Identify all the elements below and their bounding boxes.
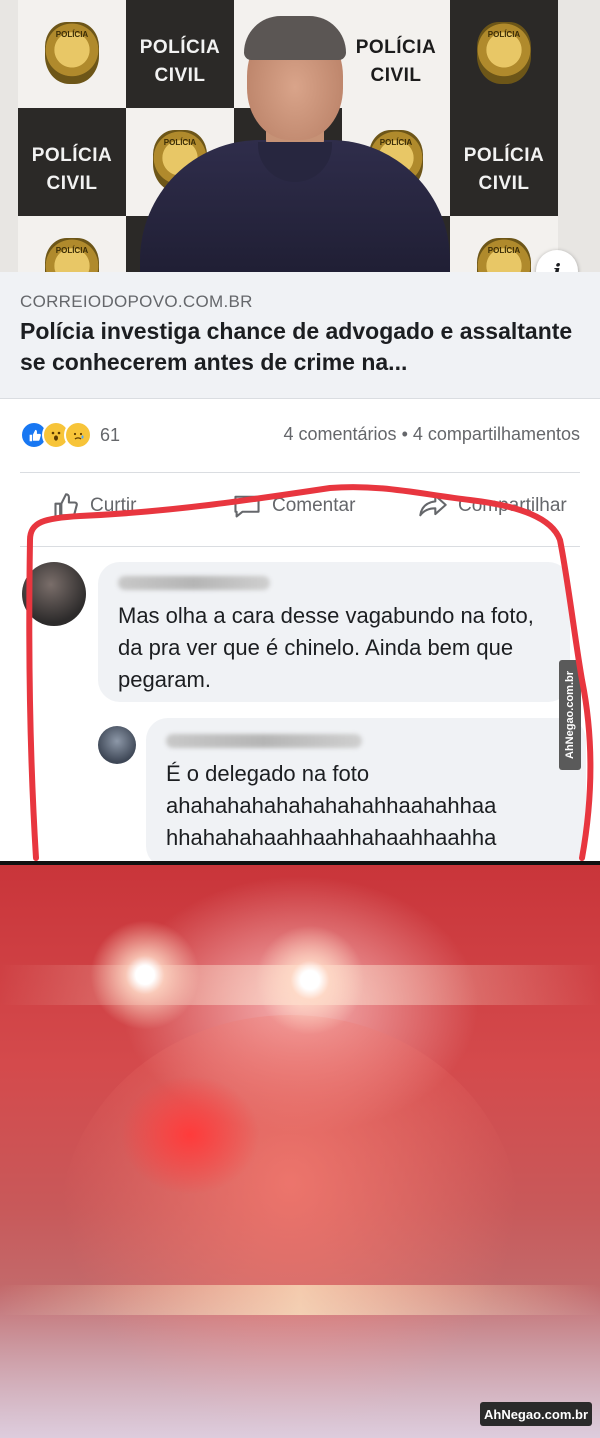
backdrop-tile: POLÍCIA <box>18 0 126 108</box>
reply-text: É o delegado na foto ahahahahahahahahahh… <box>166 761 497 862</box>
shares-count[interactable]: 4 compartilhamentos <box>413 424 580 444</box>
backdrop-text-line1: POLÍCIA <box>463 145 545 166</box>
link-domain: CORREIODOPOVO.COM.BR <box>20 292 253 311</box>
divider <box>20 472 580 473</box>
share-button[interactable]: Compartilhar <box>418 492 567 520</box>
backdrop-text: POLÍCIA CIVIL <box>18 142 126 198</box>
backdrop-text-line2: CIVIL <box>478 173 530 194</box>
watermark-bottom: AhNegao.com.br <box>480 1402 592 1426</box>
link-preview[interactable]: CORREIODOPOVO.COM.BR Polícia investiga c… <box>0 272 600 399</box>
person-hair <box>244 16 346 60</box>
comment-button[interactable]: Comentar <box>232 492 355 520</box>
link-title[interactable]: Polícia investiga chance de advogado e a… <box>20 316 580 378</box>
badge-label: POLÍCIA <box>487 246 521 255</box>
backdrop-tile: POLÍCIA CIVIL <box>450 108 558 216</box>
avatar[interactable] <box>98 726 136 764</box>
watermark-side: AhNegao.com.br <box>559 660 581 770</box>
reaction-count: 61 <box>100 424 121 445</box>
meme-nose <box>120 1075 260 1195</box>
badge-label: POLÍCIA <box>487 30 521 39</box>
police-badge-icon: POLÍCIA <box>45 238 99 272</box>
police-badge-icon: POLÍCIA <box>477 238 531 272</box>
comment-bubble: Mas olha a cara desse vagabundo na foto,… <box>98 562 570 702</box>
meme-image <box>0 865 600 1438</box>
backdrop-text-line2: CIVIL <box>46 173 98 194</box>
badge-label: POLÍCIA <box>55 246 89 255</box>
backdrop-text-line1: POLÍCIA <box>31 145 113 166</box>
police-badge-icon: POLÍCIA <box>45 22 99 84</box>
reactions-summary[interactable]: 61 <box>20 421 121 449</box>
share-icon <box>419 494 447 517</box>
blurred-author-name <box>118 576 270 590</box>
comments-count[interactable]: 4 comentários <box>284 424 397 444</box>
share-label: Compartilhar <box>458 495 567 516</box>
backdrop-text: POLÍCIA CIVIL <box>450 142 558 198</box>
comment-text: Mas olha a cara desse vagabundo na foto,… <box>118 603 534 692</box>
lens-flare-beam <box>0 1285 600 1315</box>
reply-bubble: É o delegado na foto ahahahahahahahahahh… <box>146 718 586 868</box>
divider <box>20 546 580 547</box>
glowing-eye-right <box>255 925 365 1035</box>
thumbs-up-icon <box>54 493 78 518</box>
engagement-counts: 4 comentários • 4 compartilhamentos <box>284 424 581 445</box>
backdrop-tile: POLÍCIA <box>450 0 558 108</box>
blurred-author-name <box>166 734 362 748</box>
avatar[interactable] <box>22 562 86 626</box>
counts-separator: • <box>401 424 408 444</box>
like-button[interactable]: Curtir <box>52 492 136 520</box>
police-badge-icon: POLÍCIA <box>477 22 531 84</box>
badge-label: POLÍCIA <box>55 30 89 39</box>
sad-icon <box>64 421 92 449</box>
comment-label: Comentar <box>272 495 356 516</box>
backdrop-tile: POLÍCIA <box>18 216 126 272</box>
post-actions: Curtir Comentar Compartilhar <box>0 492 600 528</box>
link-preview-image[interactable]: POLÍCIA POLÍCIA CIVIL POLÍCIA CIVIL POLÍCI… <box>0 0 600 272</box>
glowing-eye-left <box>90 920 200 1030</box>
like-label: Curtir <box>90 495 137 516</box>
backdrop-tile: POLÍCIA CIVIL <box>18 108 126 216</box>
person-photo <box>140 10 450 272</box>
comment-icon <box>234 495 260 518</box>
